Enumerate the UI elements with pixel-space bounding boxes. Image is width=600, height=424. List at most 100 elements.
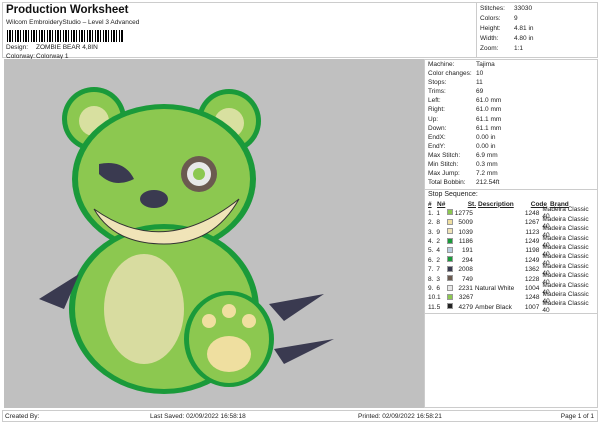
- color-swatch: [446, 228, 453, 235]
- row-code: 1249: [524, 256, 540, 264]
- detail-row: Machine: Tajima: [428, 61, 594, 70]
- row-stitches: 5009: [458, 219, 473, 227]
- detail-value: 61.1 mm: [476, 115, 502, 123]
- col-index: #: [428, 200, 432, 208]
- stop-sequence-title: Stop Sequence:: [425, 189, 597, 199]
- detail-label: Trims:: [428, 88, 446, 96]
- barcode: [7, 30, 124, 42]
- detail-row: Max Stitch: 6.9 mm: [428, 152, 594, 161]
- row-code: 1249: [524, 238, 540, 246]
- last-saved: Last Saved: 02/09/2022 16:58:18: [150, 413, 246, 420]
- detail-label: Machine:: [428, 61, 455, 68]
- col-stitches: St.: [467, 200, 476, 208]
- detail-value: 11: [476, 79, 483, 87]
- detail-label: EndY:: [428, 142, 446, 150]
- detail-row: Color changes: 10: [428, 70, 594, 79]
- stat-value: 1:1: [514, 45, 524, 52]
- stat-label: Colors:: [480, 15, 501, 22]
- row-code: 1248: [524, 209, 540, 217]
- detail-row: Stops: 11: [428, 79, 594, 88]
- detail-label: EndX:: [428, 133, 446, 141]
- color-swatch: [446, 246, 453, 253]
- detail-value: 0.00 in: [476, 142, 496, 150]
- detail-label: Left:: [428, 97, 441, 105]
- detail-label: Max Stitch:: [428, 151, 461, 159]
- detail-label: Color changes:: [428, 70, 472, 78]
- row-code: 1267: [524, 219, 540, 227]
- stat-row: Stitches: 33030: [480, 5, 595, 15]
- zombie-bear-image: [39, 87, 334, 394]
- worksheet-header: Production Worksheet Wilcom EmbroiderySt…: [2, 2, 598, 60]
- stat-value: 4.81 in: [514, 25, 534, 32]
- stats-box: Stitches: 33030 Colors: 9 Height: 4.81 in Widt…: [476, 3, 598, 58]
- row-index: 2.: [428, 219, 434, 227]
- detail-value: 61.1 mm: [476, 124, 502, 132]
- row-brand: Madeira Classic 40: [542, 300, 589, 315]
- color-swatch: [446, 256, 453, 263]
- detail-row: EndX: 0.00 in: [428, 134, 594, 143]
- row-stitches: 2231: [458, 285, 473, 293]
- row-needle: 9: [436, 228, 441, 236]
- row-index: 9.: [428, 285, 434, 293]
- detail-row: Left: 61.0 mm: [428, 97, 594, 106]
- color-swatch: [446, 237, 453, 244]
- row-index: 11.: [428, 303, 437, 311]
- row-needle: 4: [436, 247, 441, 255]
- detail-row: Trims: 69: [428, 88, 594, 97]
- stat-label: Zoom:: [480, 45, 499, 52]
- row-stitches: 4279: [458, 303, 473, 311]
- printed: Printed: 02/09/2022 16:58:21: [358, 413, 442, 420]
- stat-row: Width: 4.80 in: [480, 35, 595, 45]
- row-needle: 2: [436, 256, 441, 264]
- detail-value: 61.0 mm: [476, 97, 502, 105]
- detail-row: Max Jump: 7.2 mm: [428, 170, 594, 179]
- col-description: Description: [478, 200, 514, 208]
- detail-label: Up:: [428, 115, 439, 123]
- stat-value: 9: [514, 15, 518, 22]
- design-label: Design:: [6, 44, 29, 51]
- detail-row: EndY: 0.00 in: [428, 143, 594, 152]
- design-preview: [4, 59, 424, 408]
- footer: Created By: Last Saved: 02/09/2022 16:58…: [2, 410, 598, 422]
- row-stitches: 12775: [454, 209, 473, 217]
- row-code: 1007: [524, 303, 540, 311]
- detail-row: Down: 61.1 mm: [428, 125, 594, 134]
- detail-value: 6.9 mm: [476, 151, 498, 159]
- detail-label: Stops:: [428, 79, 447, 87]
- row-needle: 3: [436, 275, 441, 283]
- row-needle: 8: [436, 219, 441, 227]
- detail-row: Right: 61.0 mm: [428, 106, 594, 115]
- table-row: 11. 5 4279 Amber Black 1007 Madeira Classic 4…: [428, 300, 594, 315]
- row-index: 4.: [428, 238, 434, 246]
- color-swatch: [446, 218, 453, 225]
- row-code: 1362: [524, 266, 540, 274]
- row-index: 6.: [428, 256, 434, 264]
- color-swatch: [446, 284, 453, 291]
- detail-row: Min Stitch: 0.3 mm: [428, 161, 594, 170]
- color-swatch: [447, 293, 454, 300]
- row-code: 1123: [525, 228, 540, 236]
- design-value: ZOMBIE BEAR 4,8IN: [36, 44, 98, 51]
- row-description: Amber Black: [474, 303, 512, 311]
- stat-label: Width:: [480, 35, 499, 42]
- row-index: 1.: [428, 209, 434, 217]
- row-index: 10.: [428, 294, 438, 302]
- detail-label: Min Stitch:: [428, 161, 459, 169]
- detail-row: Up: 61.1 mm: [428, 116, 594, 125]
- row-stitches: 294: [461, 256, 473, 264]
- stat-row: Zoom: 1:1: [480, 45, 595, 55]
- color-swatch: [446, 275, 453, 282]
- detail-value: Tajima: [476, 61, 495, 68]
- row-description: Natural White: [474, 285, 515, 293]
- row-code: 1248: [525, 294, 540, 302]
- row-code: 1004: [524, 285, 540, 293]
- row-needle: 5: [436, 303, 441, 311]
- detail-value: 7.2 mm: [476, 170, 498, 178]
- detail-row: Total Bobbin: 212.54ft: [428, 179, 594, 188]
- row-needle: 7: [436, 266, 441, 274]
- row-index: 5.: [428, 247, 434, 255]
- detail-label: Down:: [428, 124, 447, 132]
- detail-label: Total Bobbin:: [428, 179, 466, 187]
- stat-row: Height: 4.81 in: [480, 25, 595, 35]
- row-stitches: 3267: [458, 294, 474, 302]
